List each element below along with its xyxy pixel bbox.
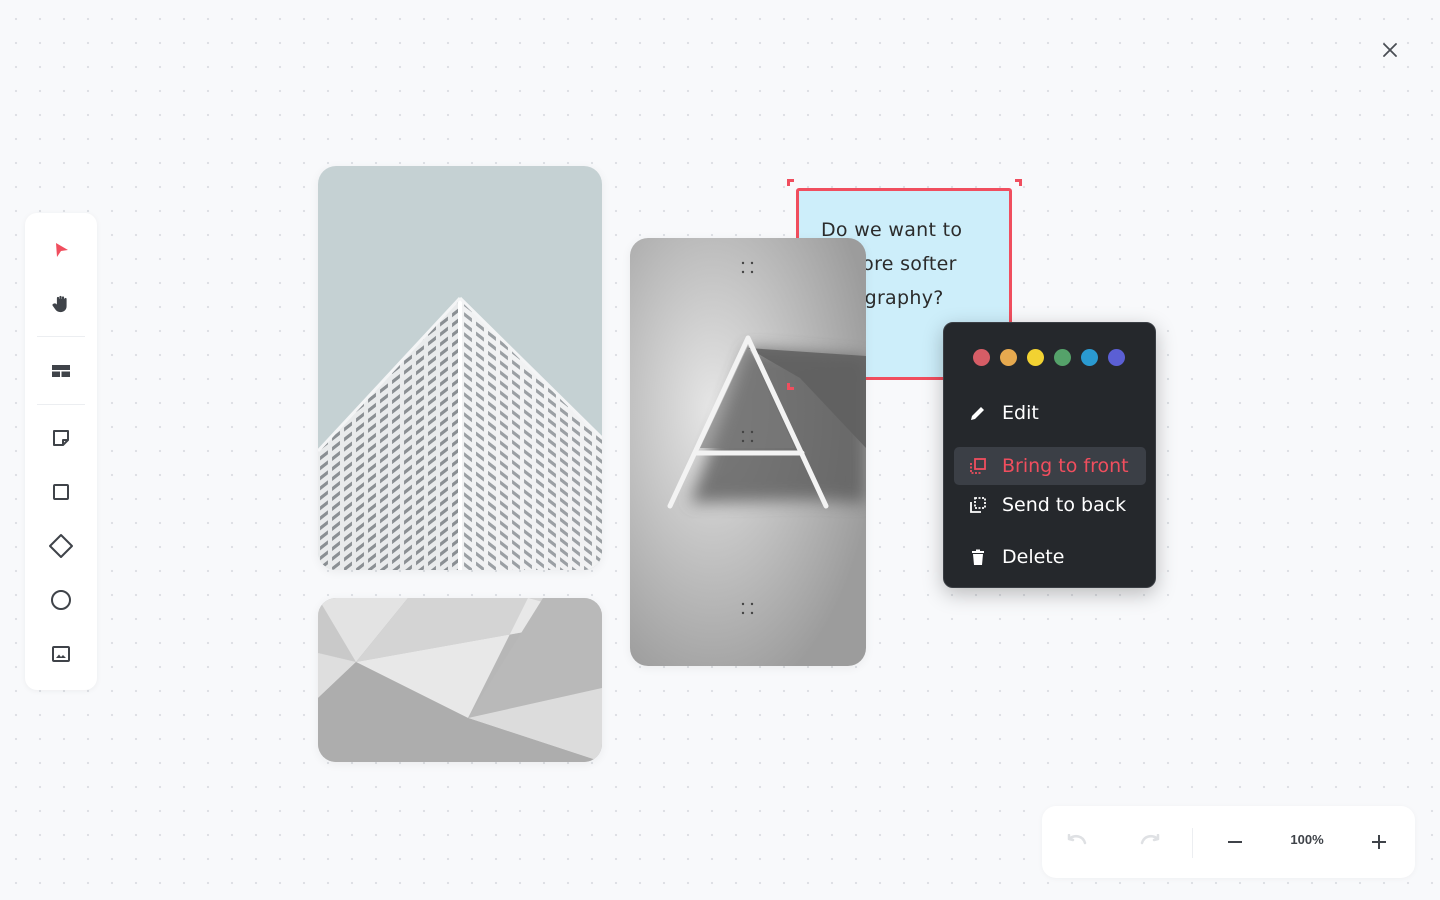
image-card-building[interactable] [318,166,602,570]
toolbar-divider [37,336,85,337]
tool-circle[interactable] [41,580,81,620]
tool-select[interactable] [41,230,81,270]
menu-item-delete[interactable]: Delete [954,538,1146,576]
tool-diamond[interactable] [41,526,81,566]
undo-button[interactable] [1059,824,1095,860]
pencil-icon [968,403,988,423]
menu-item-label: Edit [1002,402,1039,424]
menu-item-label: Delete [1002,546,1065,568]
image-card-letter-a[interactable] [630,238,866,666]
redo-icon [1140,834,1160,845]
menu-item-label: Bring to front [1002,455,1129,477]
menu-item-label: Send to back [1002,494,1127,516]
zoom-out-button[interactable] [1217,824,1253,860]
image-icon [52,646,70,662]
selection-handle-top-left[interactable] [787,179,794,186]
bring-to-front-icon [968,456,988,476]
color-swatches [973,349,1125,366]
zoom-in-button[interactable] [1361,824,1397,860]
trash-icon [968,547,988,567]
color-swatch-indigo[interactable] [1108,349,1125,366]
close-icon [1383,43,1397,57]
tool-image[interactable] [41,634,81,674]
circle-icon [51,590,71,610]
hand-icon [52,295,67,313]
zoom-history-bar: 100% [1042,806,1415,878]
undo-icon [1067,834,1087,845]
color-swatch-green[interactable] [1054,349,1071,366]
tool-pan[interactable] [41,284,81,324]
close-button[interactable] [1378,38,1402,62]
tool-palette [25,213,97,690]
letter-a-photo [630,238,866,666]
menu-item-edit[interactable]: Edit [954,394,1146,432]
context-menu: Edit Bring to front Send to back Delete [943,322,1156,588]
geometric-photo [318,598,602,762]
image-card-geometric[interactable] [318,598,602,762]
selection-handle-top-right[interactable] [1015,179,1022,186]
selection-handle-bottom-left[interactable] [787,383,794,390]
square-icon [53,484,69,500]
bottombar-divider [1192,828,1193,858]
color-swatch-orange[interactable] [1000,349,1017,366]
zoom-level: 100% [1290,832,1324,847]
building-photo [318,166,602,570]
tool-layout[interactable] [41,351,81,391]
plus-icon [1372,835,1386,849]
menu-item-send-to-back[interactable]: Send to back [954,486,1146,524]
minus-icon [1228,841,1242,843]
cursor-arrow-icon [56,243,68,257]
layout-template-icon [52,365,70,377]
redo-button[interactable] [1132,824,1168,860]
tool-sticky-note[interactable] [41,418,81,458]
color-swatch-blue[interactable] [1081,349,1098,366]
sticky-note-icon [53,430,69,446]
menu-item-bring-to-front[interactable]: Bring to front [954,447,1146,485]
toolbar-divider [37,404,85,405]
diamond-icon [49,534,73,558]
send-to-back-icon [968,495,988,515]
color-swatch-red[interactable] [973,349,990,366]
color-swatch-yellow[interactable] [1027,349,1044,366]
tool-rectangle[interactable] [41,472,81,512]
